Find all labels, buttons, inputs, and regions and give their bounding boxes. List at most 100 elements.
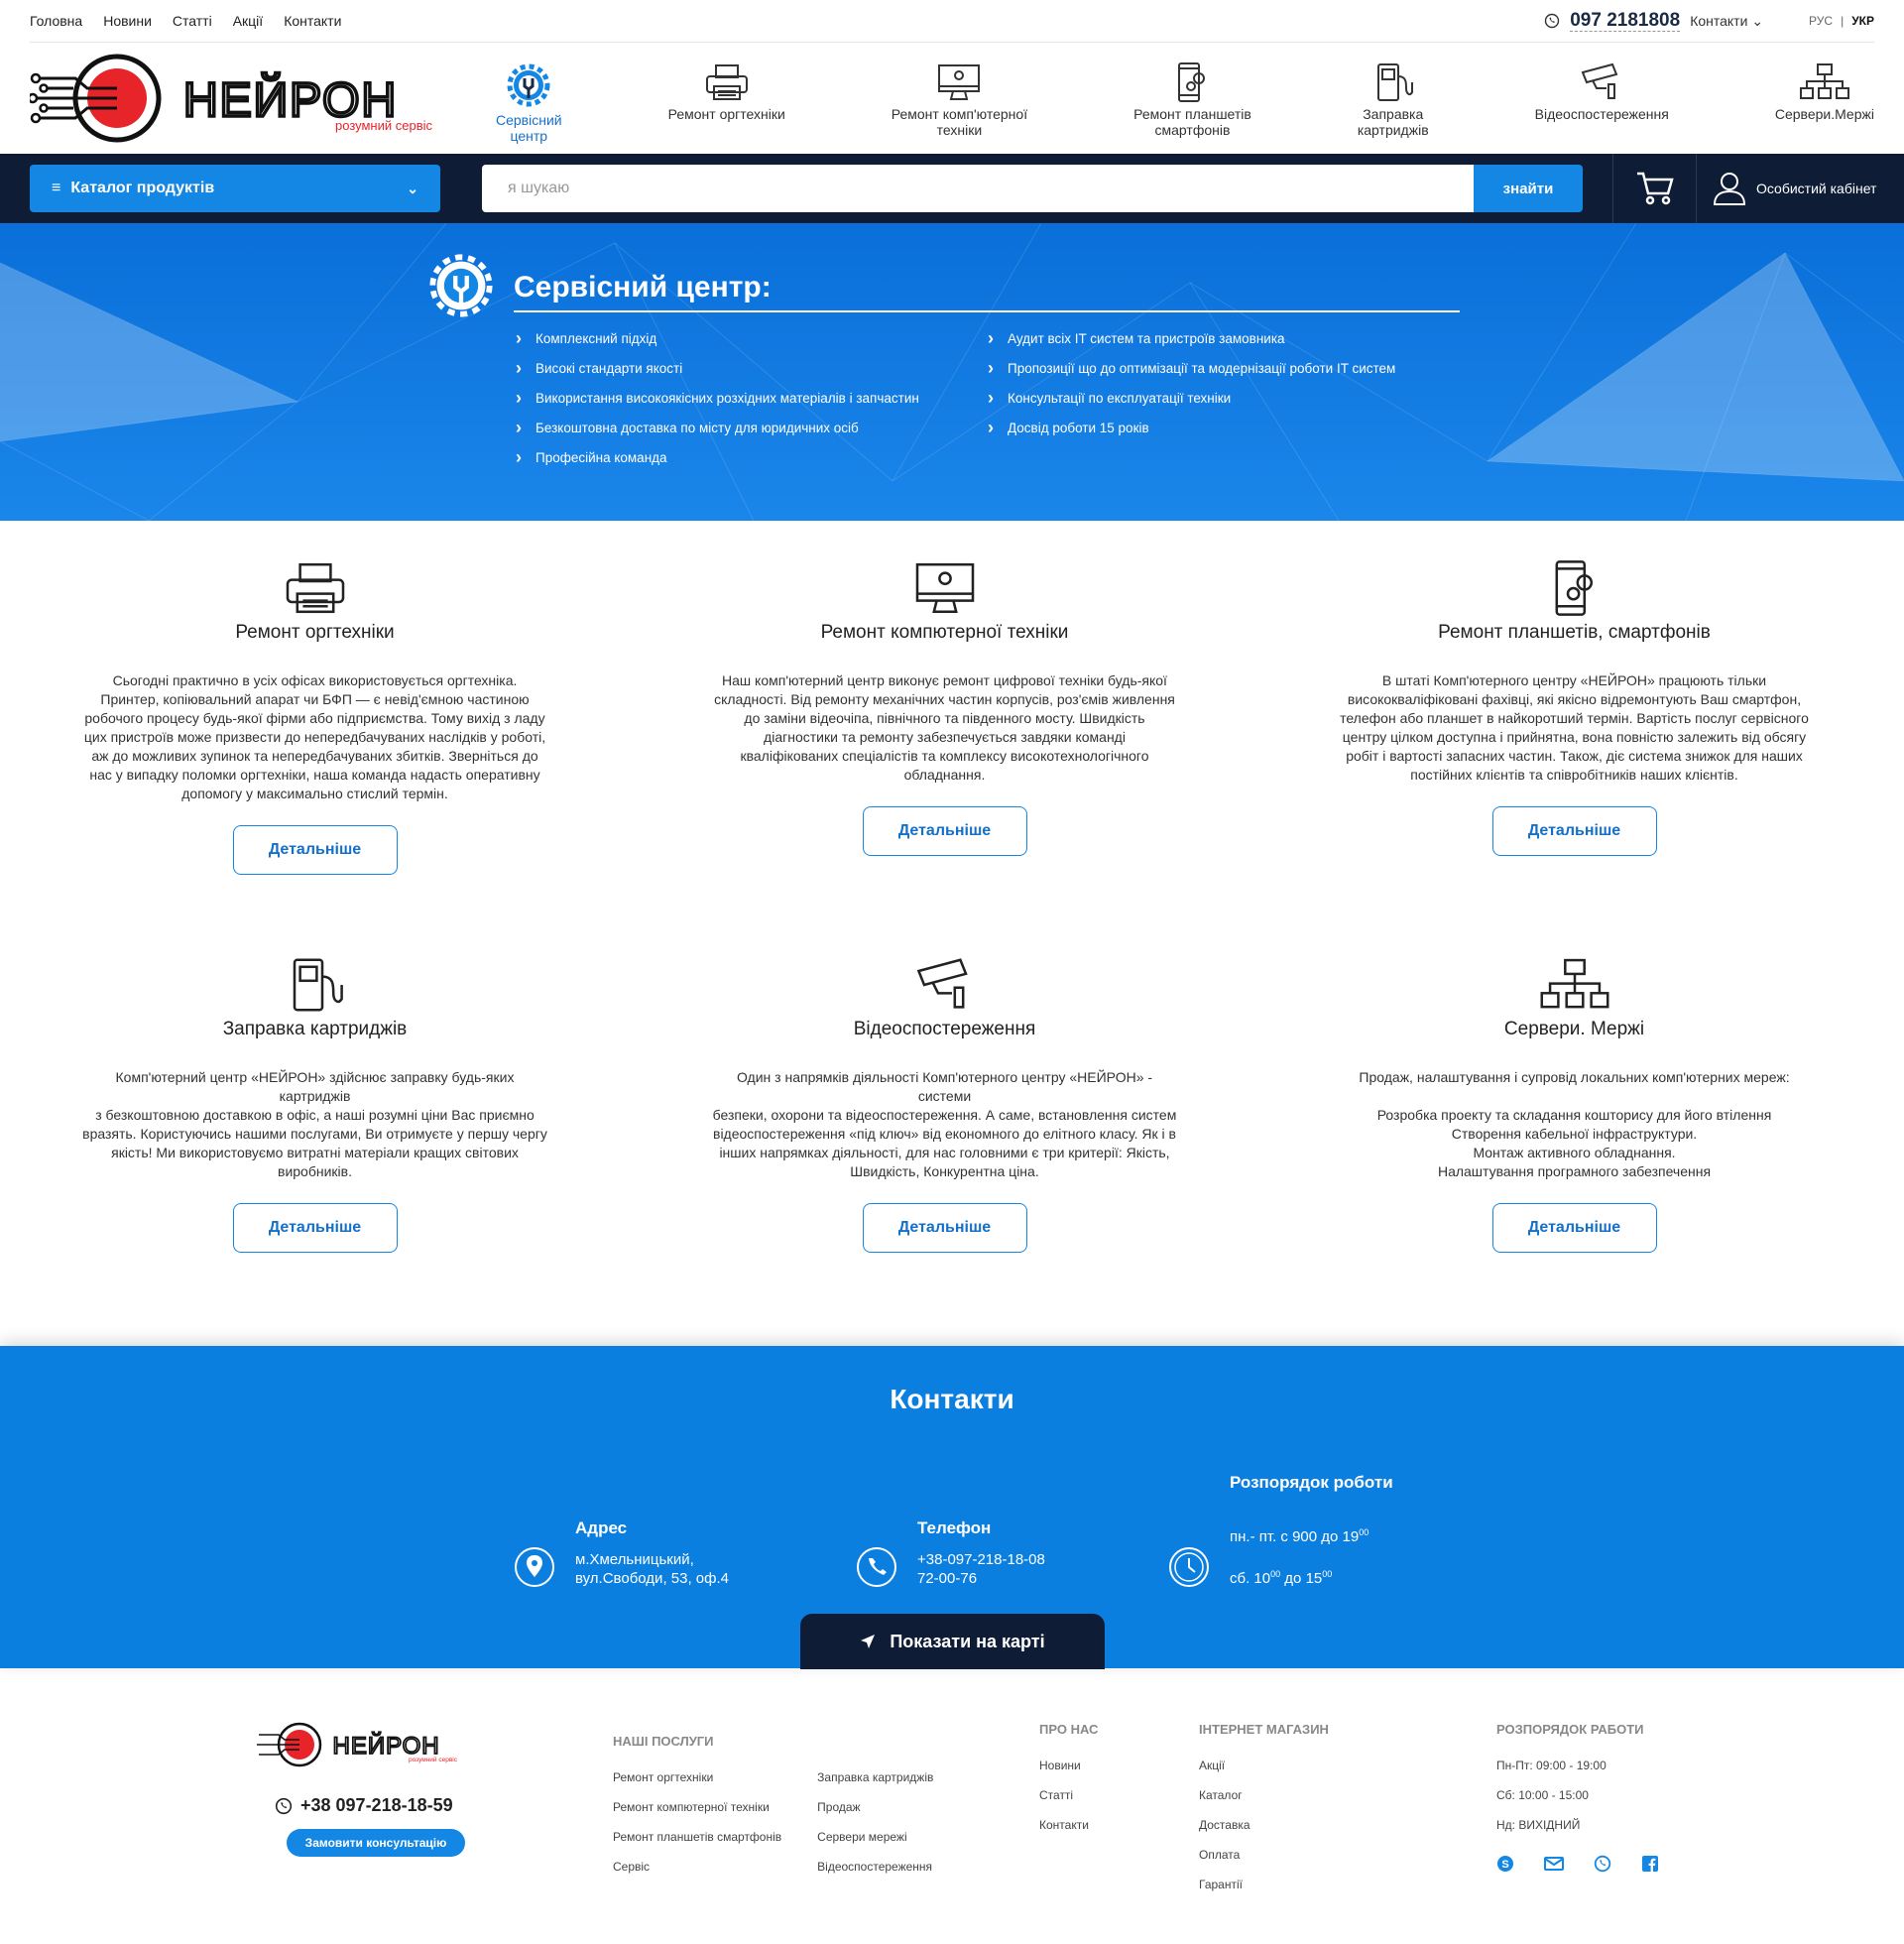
lang-ru[interactable]: РУС: [1809, 14, 1833, 28]
search-input[interactable]: [482, 165, 1474, 212]
footer-about-list: Новини Статті Контакти: [1039, 1751, 1098, 1840]
nav-contacts[interactable]: Контакти: [284, 13, 341, 29]
footer-shop: ІНТЕРНЕТ МАГАЗИН Акції Каталог Доставка …: [1199, 1722, 1329, 1899]
footer-link[interactable]: Новини: [1039, 1751, 1098, 1780]
cart-button[interactable]: [1612, 154, 1697, 223]
catnav-office-equipment[interactable]: Ремонт оргтехніки: [668, 49, 785, 148]
footer-services-list: Ремонт оргтехніки Ремонт компютерної тех…: [613, 1762, 781, 1882]
neuron-logo-icon: НЕЙРОН розумний сервіс: [257, 1722, 458, 1767]
hours-sup: 00: [1270, 1569, 1281, 1579]
footer-link[interactable]: Акції: [1199, 1751, 1329, 1780]
catnav-label: Ремонт комп'ютерної техніки: [891, 106, 1028, 138]
account-label: Особистий кабінет: [1756, 181, 1877, 196]
footer-link[interactable]: Гарантії: [1199, 1870, 1329, 1899]
details-button[interactable]: Детальніше: [232, 1203, 398, 1253]
hero: Сервісний центр: Комплексний підхід Висо…: [0, 223, 1904, 521]
phone-text-block: Телефон +38-097-218-18-08 72-00-76: [917, 1519, 1045, 1588]
hours-saturday-end: до 15: [1280, 1570, 1323, 1587]
service-title: Ремонт планшетів, смартфонів: [1438, 622, 1711, 643]
catnav-servers-networks[interactable]: Сервери.Мержі: [1775, 49, 1874, 148]
footer-link[interactable]: Контакти: [1039, 1810, 1098, 1840]
service-card: Ремонт планшетів, смартфонів В штаті Ком…: [1259, 560, 1889, 957]
catnav-computer-repair[interactable]: Ремонт комп'ютерної техніки: [892, 49, 1027, 148]
header-phone[interactable]: 097 2181808: [1570, 10, 1681, 32]
footer-link[interactable]: Відеоспостереження: [817, 1852, 933, 1882]
footer-hours-item: Сб: 10:00 - 15:00: [1496, 1788, 1589, 1802]
footer-hours: РОЗПОРЯДОК РАБОТИ Пн-Пт: 09:00 - 19:00 С…: [1496, 1722, 1643, 1840]
footer-link[interactable]: Заправка картриджів: [817, 1762, 933, 1792]
footer-link[interactable]: Ремонт планшетів смартфонів: [613, 1822, 781, 1852]
service-text: Продаж, налаштування і супровід локальни…: [1359, 1069, 1790, 1179]
nav-news[interactable]: Новини: [103, 13, 152, 29]
phone-value[interactable]: +38-097-218-18-08 72-00-76: [917, 1550, 1045, 1588]
footer-services-list: Заправка картриджів Продаж Сервери мереж…: [817, 1762, 933, 1882]
footer-link[interactable]: Сервери мережі: [817, 1822, 933, 1852]
footer-link[interactable]: Ремонт компютерної техніки: [613, 1792, 781, 1822]
search-form: знайти: [482, 165, 1583, 212]
facebook-icon[interactable]: [1641, 1855, 1659, 1878]
viber-icon: [275, 1797, 293, 1814]
phone-heading: Телефон: [917, 1519, 992, 1537]
svg-text:S: S: [1501, 1859, 1508, 1871]
hours-heading: Розпорядок роботи: [1230, 1473, 1393, 1492]
footer-link[interactable]: Оплата: [1199, 1840, 1329, 1870]
catnav-cartridge-refill[interactable]: Заправка картриджів: [1358, 49, 1429, 148]
footer-link[interactable]: Сервіс: [613, 1852, 781, 1882]
footer-link[interactable]: Ремонт оргтехніки: [613, 1762, 781, 1792]
gear-wrench-icon: [507, 63, 550, 107]
account-button[interactable]: Особистий кабінет: [1713, 171, 1876, 206]
network-icon: [1799, 63, 1849, 99]
hero-list-item: Високі стандарти якості: [516, 353, 988, 384]
footer-link[interactable]: Доставка: [1199, 1810, 1329, 1840]
order-consultation-button[interactable]: Замовити консультацію: [287, 1829, 465, 1857]
footer-link[interactable]: Статті: [1039, 1780, 1098, 1810]
social-links: S: [1496, 1855, 1659, 1878]
hero-list-item: Пропозиції що до оптимізації та модерніз…: [988, 353, 1460, 384]
nav-promos[interactable]: Акції: [233, 13, 263, 29]
printer-icon: [286, 562, 344, 614]
phone-icon: [857, 1547, 896, 1587]
catnav-label: Ремонт планшетів смартфонів: [1133, 106, 1251, 138]
logo-tagline: розумний сервіс: [409, 1756, 458, 1763]
contacts-section: Контакти Адрес м.Хмельницький, вул.Свобо…: [0, 1346, 1904, 1669]
footer-hours-item: Нд: ВИХІДНИЙ: [1496, 1818, 1581, 1832]
skype-icon[interactable]: S: [1496, 1855, 1514, 1878]
catnav-video-surveillance[interactable]: Відеоспостереження: [1535, 49, 1669, 148]
show-map-label: Показати на карті: [890, 1631, 1045, 1651]
mail-icon[interactable]: [1544, 1855, 1564, 1878]
contacts-title: Контакти: [890, 1384, 1014, 1414]
details-button[interactable]: Детальніше: [1491, 806, 1657, 856]
contact-hours: Розпорядок роботи пн.- пт. с 900 до 19 00…: [1168, 1473, 1393, 1588]
details-button[interactable]: Детальніше: [862, 806, 1027, 856]
catnav-label: Сервери.Мержі: [1774, 106, 1874, 122]
catnav-label: Ремонт оргтехніки: [667, 106, 785, 122]
monitor-icon: [938, 64, 981, 100]
lang-ua[interactable]: УКР: [1851, 14, 1874, 28]
nav-home[interactable]: Головна: [30, 13, 82, 29]
nav-articles[interactable]: Статті: [173, 13, 212, 29]
hours-weekday: пн.- пт. с 900 до 19: [1230, 1528, 1360, 1545]
footer-phone[interactable]: +38 097-218-18-59: [275, 1795, 453, 1816]
footer-logo[interactable]: НЕЙРОН розумний сервіс: [255, 1720, 465, 1774]
details-button[interactable]: Детальніше: [1491, 1203, 1657, 1253]
hours-saturday: сб. 10: [1230, 1570, 1271, 1587]
logo[interactable]: НЕЙРОН розумний сервіс: [27, 49, 446, 148]
catnav-tablet-repair[interactable]: Ремонт планшетів смартфонів: [1133, 49, 1251, 148]
viber-icon[interactable]: [1594, 1855, 1611, 1878]
service-title: Відеоспостереження: [853, 1019, 1036, 1039]
catalog-button[interactable]: ≡ Каталог продуктів ⌄: [30, 165, 440, 212]
viber-icon: [1545, 13, 1560, 29]
fuel-icon: [293, 958, 343, 1012]
service-card: Ремонт оргтехніки Сьогодні практично в у…: [0, 560, 630, 957]
details-button[interactable]: Детальніше: [862, 1203, 1027, 1253]
service-title: Заправка картриджів: [222, 1019, 408, 1039]
search-button[interactable]: знайти: [1474, 165, 1583, 212]
details-button[interactable]: Детальніше: [232, 825, 398, 875]
logo-brand: НЕЙРОН: [333, 1732, 440, 1760]
footer-link[interactable]: Продаж: [817, 1792, 933, 1822]
catnav-service-center[interactable]: Сервісний центр: [496, 49, 562, 148]
contacts-dropdown[interactable]: Контакти ⌄: [1690, 13, 1763, 30]
show-map-button[interactable]: Показати на карті: [800, 1614, 1105, 1669]
footer-link[interactable]: Каталог: [1199, 1780, 1329, 1810]
catnav-label: Відеоспостереження: [1534, 106, 1669, 122]
